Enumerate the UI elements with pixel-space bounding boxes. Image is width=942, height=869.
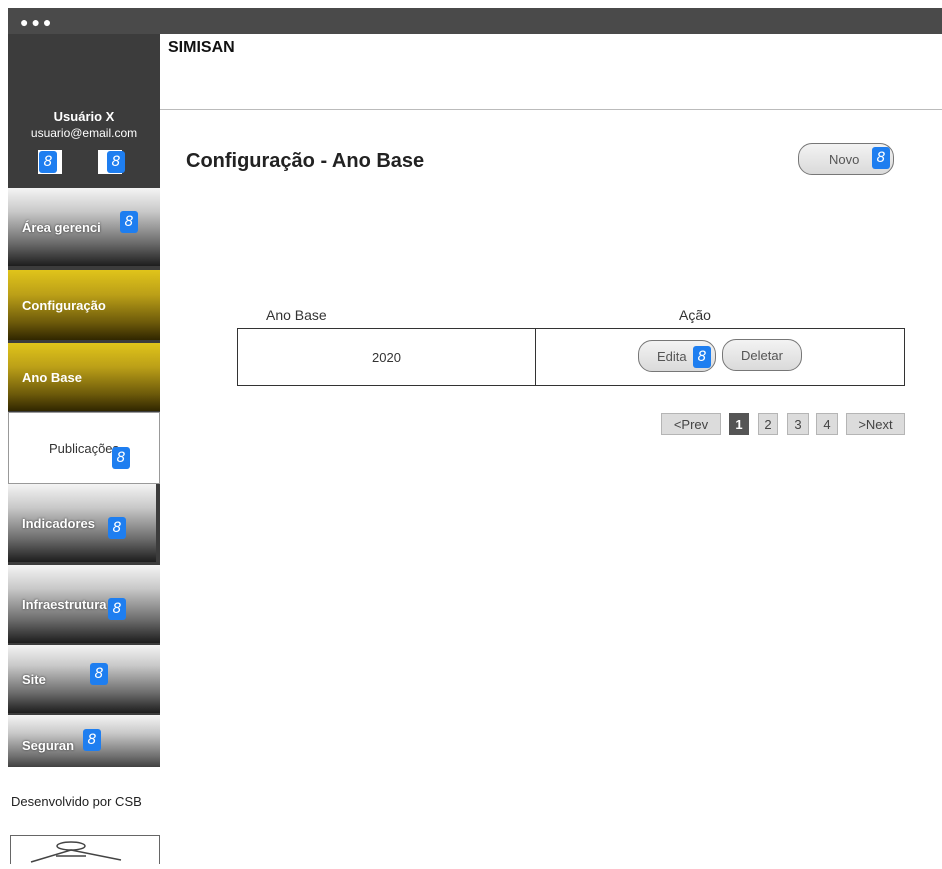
table-divider bbox=[535, 329, 536, 385]
sidebar-item-site[interactable]: Site bbox=[8, 645, 160, 713]
window-dots-icon: ●●● bbox=[20, 14, 55, 30]
sidebar-item-label: Publicações bbox=[48, 440, 120, 456]
link-icon[interactable]: 8 bbox=[107, 151, 125, 173]
user-email: usuario@email.com bbox=[30, 126, 138, 140]
sidebar-item-configuracao[interactable]: Configuração bbox=[8, 270, 160, 340]
developer-logo bbox=[10, 835, 160, 864]
link-icon[interactable]: 8 bbox=[693, 346, 711, 368]
sidebar-footer: Desenvolvido por CSB bbox=[8, 767, 160, 865]
pager-next-button[interactable]: >Next bbox=[846, 413, 905, 435]
sidebar-item-label: Seguran bbox=[22, 737, 75, 753]
new-button-label: Novo bbox=[829, 151, 860, 167]
delete-button[interactable]: Deletar bbox=[722, 339, 802, 371]
pager-page-3[interactable]: 3 bbox=[787, 413, 809, 435]
logo-icon bbox=[30, 841, 122, 863]
sidebar-item-label: Configuração bbox=[22, 297, 106, 313]
link-icon[interactable]: 8 bbox=[39, 151, 57, 173]
link-icon[interactable]: 8 bbox=[90, 663, 108, 685]
column-header-ano-base: Ano Base bbox=[266, 307, 327, 323]
sidebar-item-publicacoes[interactable]: Publicações bbox=[8, 412, 160, 484]
link-icon[interactable]: 8 bbox=[108, 598, 126, 620]
sidebar-item-label: Indicadores bbox=[22, 515, 95, 531]
sidebar-item-ano-base[interactable]: Ano Base bbox=[8, 343, 160, 411]
table-cell-year: 2020 bbox=[372, 349, 401, 365]
app-brand: SIMISAN bbox=[168, 39, 235, 56]
sidebar-item-label: Site bbox=[22, 671, 46, 687]
link-icon[interactable]: 8 bbox=[83, 729, 101, 751]
edit-button-label: Edita bbox=[657, 348, 687, 364]
sidebar-item-label: Área gerenci bbox=[22, 219, 101, 235]
window-titlebar: ●●● bbox=[8, 8, 942, 34]
sidebar-item-infraestrutura[interactable]: Infraestrutura bbox=[8, 565, 160, 643]
sidebar-item-label: Infraestrutura bbox=[22, 596, 107, 612]
link-icon[interactable]: 8 bbox=[112, 447, 130, 469]
user-name: Usuário X bbox=[53, 109, 115, 124]
link-icon[interactable]: 8 bbox=[120, 211, 138, 233]
link-icon[interactable]: 8 bbox=[108, 517, 126, 539]
sidebar-item-indicadores[interactable]: Indicadores bbox=[8, 484, 156, 562]
developer-credit: Desenvolvido por CSB bbox=[11, 794, 142, 809]
pager-page-1[interactable]: 1 bbox=[729, 413, 749, 435]
delete-button-label: Deletar bbox=[741, 347, 783, 363]
pager-prev-button[interactable]: <Prev bbox=[661, 413, 721, 435]
pager-page-4[interactable]: 4 bbox=[816, 413, 838, 435]
column-header-acao: Ação bbox=[679, 307, 711, 323]
sidebar: Usuário X usuario@email.com 8 8 Área ger… bbox=[8, 34, 160, 865]
ano-base-table: 2020 bbox=[237, 328, 905, 386]
sidebar-item-label: Ano Base bbox=[22, 369, 82, 385]
app-header: SIMISAN bbox=[160, 34, 942, 110]
link-icon[interactable]: 8 bbox=[872, 147, 890, 169]
pager-page-2[interactable]: 2 bbox=[758, 413, 778, 435]
page-title: Configuração - Ano Base bbox=[186, 150, 425, 172]
